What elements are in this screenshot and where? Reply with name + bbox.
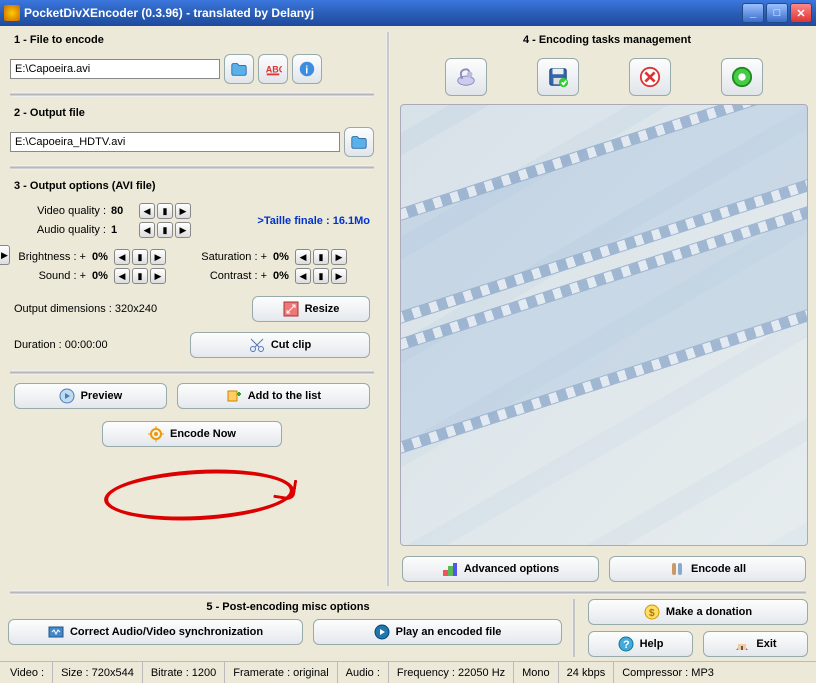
final-size-label: >Taille finale : 16.1Mo [257, 215, 370, 227]
brightness-inc[interactable]: ▶ [150, 249, 166, 265]
run-task-button[interactable] [721, 58, 763, 96]
advanced-options-label: Advanced options [464, 563, 559, 575]
encode-all-button[interactable]: Encode all [609, 556, 806, 582]
section-3-title: 3 - Output options (AVI file) [14, 180, 376, 192]
status-compressor: Compressor : MP3 [614, 662, 814, 683]
status-freq: Frequency : 22050 Hz [389, 662, 514, 683]
video-quality-label: Video quality : [14, 205, 109, 217]
sound-inc[interactable]: ▶ [150, 268, 166, 284]
video-quality-value: 80 [111, 205, 137, 217]
contrast-reset[interactable]: ▮ [313, 268, 329, 284]
exit-label: Exit [756, 638, 776, 650]
file-to-encode-input[interactable] [10, 59, 220, 79]
donate-button[interactable]: $ Make a donation [588, 599, 808, 625]
sync-button[interactable]: Correct Audio/Video synchronization [8, 619, 303, 645]
section-5-title: 5 - Post-encoding misc options [14, 601, 562, 613]
help-label: Help [640, 638, 664, 650]
play-encoded-button[interactable]: Play an encoded file [313, 619, 562, 645]
sound-reset[interactable]: ▮ [132, 268, 148, 284]
separator [10, 370, 374, 375]
separator [10, 165, 374, 170]
app-icon [4, 5, 20, 21]
aq-reset-button[interactable]: ▮ [157, 222, 173, 238]
browse-output-button[interactable] [344, 127, 374, 157]
cut-clip-label: Cut clip [271, 339, 311, 351]
cut-clip-button[interactable]: Cut clip [190, 332, 370, 358]
status-framerate: Framerate : original [225, 662, 337, 683]
resize-label: Resize [305, 303, 340, 315]
contrast-label: Contrast : + [197, 270, 267, 282]
separator [10, 92, 374, 97]
contrast-inc[interactable]: ▶ [331, 268, 347, 284]
task-preview-area [400, 104, 808, 546]
advanced-options-button[interactable]: Advanced options [402, 556, 599, 582]
output-file-input[interactable] [10, 132, 340, 152]
status-bitrate: Bitrate : 1200 [143, 662, 225, 683]
preview-label: Preview [81, 390, 123, 402]
add-to-list-label: Add to the list [248, 390, 321, 402]
sound-label: Sound : + [14, 270, 86, 282]
section-1-title: 1 - File to encode [14, 34, 376, 46]
aq-inc-button[interactable]: ▶ [175, 222, 191, 238]
output-dims-label: Output dimensions : 320x240 [14, 303, 248, 315]
brightness-dec[interactable]: ◀ [114, 249, 130, 265]
svg-text:?: ? [623, 639, 630, 651]
duration-label: Duration : 00:00:00 [14, 339, 186, 351]
maximize-button[interactable]: □ [766, 3, 788, 23]
info-button[interactable]: i [292, 54, 322, 84]
vertical-separator [384, 32, 392, 586]
sound-value: 0% [88, 270, 112, 282]
add-to-list-button[interactable]: Add to the list [177, 383, 370, 409]
titlebar: PocketDivXEncoder (0.3.96) - translated … [0, 0, 816, 26]
audio-quality-label: Audio quality : [14, 224, 109, 236]
section-4-title: 4 - Encoding tasks management [406, 34, 808, 46]
brightness-reset[interactable]: ▮ [132, 249, 148, 265]
section-2-title: 2 - Output file [14, 107, 376, 119]
vq-inc-button[interactable]: ▶ [175, 203, 191, 219]
aq-dec-button[interactable]: ◀ [139, 222, 155, 238]
browse-file-button[interactable] [224, 54, 254, 84]
preview-button[interactable]: Preview [14, 383, 167, 409]
clear-tasks-button[interactable] [445, 58, 487, 96]
saturation-inc[interactable]: ▶ [331, 249, 347, 265]
separator [10, 590, 806, 595]
vq-reset-button[interactable]: ▮ [157, 203, 173, 219]
close-button[interactable]: ✕ [790, 3, 812, 23]
svg-text:ABC: ABC [266, 65, 282, 75]
status-kbps: 24 kbps [559, 662, 615, 683]
delete-task-button[interactable] [629, 58, 671, 96]
minimize-button[interactable]: _ [742, 3, 764, 23]
window-title: PocketDivXEncoder (0.3.96) - translated … [24, 6, 314, 20]
save-tasks-button[interactable] [537, 58, 579, 96]
status-video: Video : [2, 662, 53, 683]
brightness-label: Brightness : + [14, 251, 86, 263]
highlight-annotation [103, 465, 295, 525]
help-button[interactable]: ? Help [588, 631, 693, 657]
encode-now-button[interactable]: Encode Now [102, 421, 282, 447]
saturation-dec[interactable]: ◀ [295, 249, 311, 265]
contrast-value: 0% [269, 270, 293, 282]
expand-panel-button[interactable]: ▶ [0, 245, 10, 265]
play-encoded-label: Play an encoded file [396, 626, 502, 638]
status-mono: Mono [514, 662, 559, 683]
saturation-label: Saturation : + [197, 251, 267, 263]
sync-label: Correct Audio/Video synchronization [70, 626, 263, 638]
svg-text:i: i [305, 65, 308, 77]
resize-button[interactable]: Resize [252, 296, 370, 322]
sound-dec[interactable]: ◀ [114, 268, 130, 284]
encode-all-label: Encode all [691, 563, 746, 575]
exit-button[interactable]: Exit [703, 631, 808, 657]
brightness-value: 0% [88, 251, 112, 263]
saturation-reset[interactable]: ▮ [313, 249, 329, 265]
audio-quality-value: 1 [111, 224, 137, 236]
contrast-dec[interactable]: ◀ [295, 268, 311, 284]
donate-label: Make a donation [666, 606, 752, 618]
statusbar: Video : Size : 720x544 Bitrate : 1200 Fr… [0, 661, 816, 683]
status-size: Size : 720x544 [53, 662, 143, 683]
vq-dec-button[interactable]: ◀ [139, 203, 155, 219]
encode-now-label: Encode Now [170, 428, 236, 440]
status-audio: Audio : [338, 662, 389, 683]
saturation-value: 0% [269, 251, 293, 263]
subtitle-button[interactable]: ABC [258, 54, 288, 84]
